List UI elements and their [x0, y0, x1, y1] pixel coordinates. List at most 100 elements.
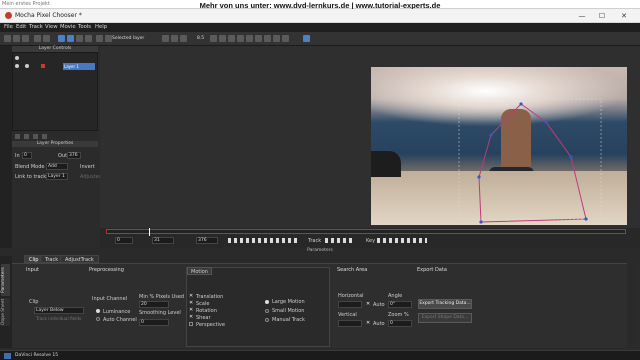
view-option-icon[interactable] — [210, 35, 217, 42]
in-field[interactable]: 0 — [22, 152, 32, 159]
key-buttons[interactable] — [377, 238, 427, 243]
pick-tool-icon[interactable] — [67, 35, 74, 42]
start-frame-field[interactable]: 0 — [115, 237, 133, 244]
angle-label: Angle — [388, 293, 403, 299]
angle-field[interactable]: 0° — [388, 301, 412, 308]
clip-dropdown[interactable]: Layer Below — [34, 307, 84, 314]
layer-properties-header: Layer Properties — [12, 141, 98, 147]
translation-checkbox[interactable]: ✕ — [189, 294, 193, 299]
surface-icon[interactable] — [303, 35, 310, 42]
maximize-button[interactable]: ☐ — [590, 11, 614, 21]
open-project-icon[interactable] — [13, 35, 20, 42]
menu-help[interactable]: Help — [95, 24, 107, 30]
selected-layer-dropdown[interactable]: Selected layer — [112, 36, 144, 41]
video-frame[interactable] — [371, 67, 627, 225]
create-bezier-icon[interactable] — [105, 35, 112, 42]
manual-track-radio[interactable] — [265, 318, 269, 322]
menu-view[interactable]: View — [45, 24, 58, 30]
taskbar-app-label[interactable]: DaVinci Resolve 15 — [15, 353, 58, 358]
new-project-icon[interactable] — [4, 35, 11, 42]
zoom-tool-icon[interactable] — [85, 35, 92, 42]
playback-controls[interactable] — [228, 238, 298, 243]
eye-icon[interactable] — [15, 56, 19, 60]
redo-icon[interactable] — [43, 35, 50, 42]
view-option-icon[interactable] — [237, 35, 244, 42]
large-motion-radio[interactable] — [265, 300, 269, 304]
view-option-icon[interactable] — [273, 35, 280, 42]
menu-edit[interactable]: Edit — [16, 24, 26, 30]
out-field[interactable]: 376 — [67, 152, 81, 159]
tab-adjusttrack[interactable]: AdjustTrack — [60, 255, 99, 263]
shear-checkbox[interactable]: ✕ — [189, 315, 193, 320]
duplicate-layer-icon[interactable] — [24, 134, 29, 139]
current-frame-field[interactable]: 31 — [152, 237, 174, 244]
horizontal-field[interactable] — [338, 301, 362, 308]
luminance-radio[interactable] — [96, 309, 100, 313]
left-strip — [0, 46, 12, 254]
view-option-icon[interactable] — [255, 35, 262, 42]
preprocessing-title: Preprocessing — [89, 267, 124, 273]
export-tracking-button[interactable]: Export Tracking Data... — [418, 299, 472, 309]
auto-channel-radio[interactable] — [96, 317, 100, 321]
view-option-icon[interactable] — [246, 35, 253, 42]
luminance-label: Luminance — [103, 309, 131, 315]
curve-icon[interactable] — [171, 35, 178, 42]
timeline: 0 31 376 Track Key — [100, 228, 640, 248]
motion-title: Motion — [187, 267, 212, 275]
undo-icon[interactable] — [34, 35, 41, 42]
menu-file[interactable]: File — [4, 24, 13, 30]
layer-row[interactable]: Layer 1 — [13, 63, 97, 70]
tracking-spline[interactable] — [371, 67, 627, 225]
menu-tools[interactable]: Tools — [78, 24, 91, 30]
smoothing-field[interactable]: 0 — [139, 319, 169, 326]
translation-label: Translation — [196, 294, 224, 300]
adjusted-label: Adjusted — [80, 174, 102, 180]
vertical-auto-checkbox[interactable]: ✕ — [366, 321, 370, 326]
toolbar-value[interactable]: 8.5 — [197, 36, 204, 41]
layer-name[interactable]: Layer 1 — [63, 63, 95, 70]
export-shape-button[interactable]: Export Shape Data... — [418, 313, 472, 323]
perspective-checkbox[interactable] — [189, 322, 193, 326]
link-icon[interactable] — [162, 35, 169, 42]
vertical-field[interactable] — [338, 320, 362, 327]
magnet-icon[interactable] — [180, 35, 187, 42]
small-motion-radio[interactable] — [265, 309, 269, 313]
link-to-track-dropdown[interactable]: Layer 1 — [46, 173, 68, 180]
create-xspline-icon[interactable] — [96, 35, 103, 42]
pan-tool-icon[interactable] — [76, 35, 83, 42]
add-layer-icon[interactable] — [15, 134, 20, 139]
rotation-checkbox[interactable]: ✕ — [189, 308, 193, 313]
track-individual-fields: Track individual fields — [36, 316, 82, 321]
track-buttons[interactable] — [325, 238, 355, 243]
resolve-icon[interactable] — [4, 353, 11, 359]
zoom-field[interactable]: 0 — [388, 320, 412, 327]
smoothing-label: Smoothing Level — [139, 310, 181, 316]
side-tab-parameters[interactable]: Parameters — [1, 264, 10, 296]
view-option-icon[interactable] — [228, 35, 235, 42]
blend-mode-dropdown[interactable]: Add — [46, 163, 68, 170]
shear-label: Shear — [196, 315, 211, 321]
input-section-title: Input — [26, 267, 39, 273]
view-option-icon[interactable] — [264, 35, 271, 42]
group-layer-icon[interactable] — [42, 134, 47, 139]
playhead[interactable] — [149, 228, 150, 236]
view-option-icon[interactable] — [219, 35, 226, 42]
select-tool-icon[interactable] — [58, 35, 65, 42]
close-button[interactable]: ✕ — [612, 11, 636, 21]
side-tab-dope-sheet[interactable]: Dope Sheet — [1, 298, 10, 326]
layer-controls-panel: Layer 1 — [12, 52, 98, 139]
invert-label[interactable]: Invert — [80, 164, 95, 170]
scale-checkbox[interactable]: ✕ — [189, 301, 193, 306]
auto-channel-label: Auto Channel — [103, 317, 137, 323]
menu-movie[interactable]: Movie — [60, 24, 76, 30]
save-project-icon[interactable] — [22, 35, 29, 42]
parameters-scrollbar[interactable] — [627, 263, 635, 348]
min-pixels-field[interactable]: 20 — [139, 301, 169, 308]
menu-track[interactable]: Track — [29, 24, 43, 30]
delete-layer-icon[interactable] — [33, 134, 38, 139]
view-option-icon[interactable] — [282, 35, 289, 42]
timeline-scrubber[interactable] — [106, 229, 626, 234]
end-frame-field[interactable]: 376 — [196, 237, 218, 244]
menubar: File Edit Track View Movie Tools Help — [0, 23, 640, 32]
horizontal-auto-checkbox[interactable]: ✕ — [366, 302, 370, 307]
